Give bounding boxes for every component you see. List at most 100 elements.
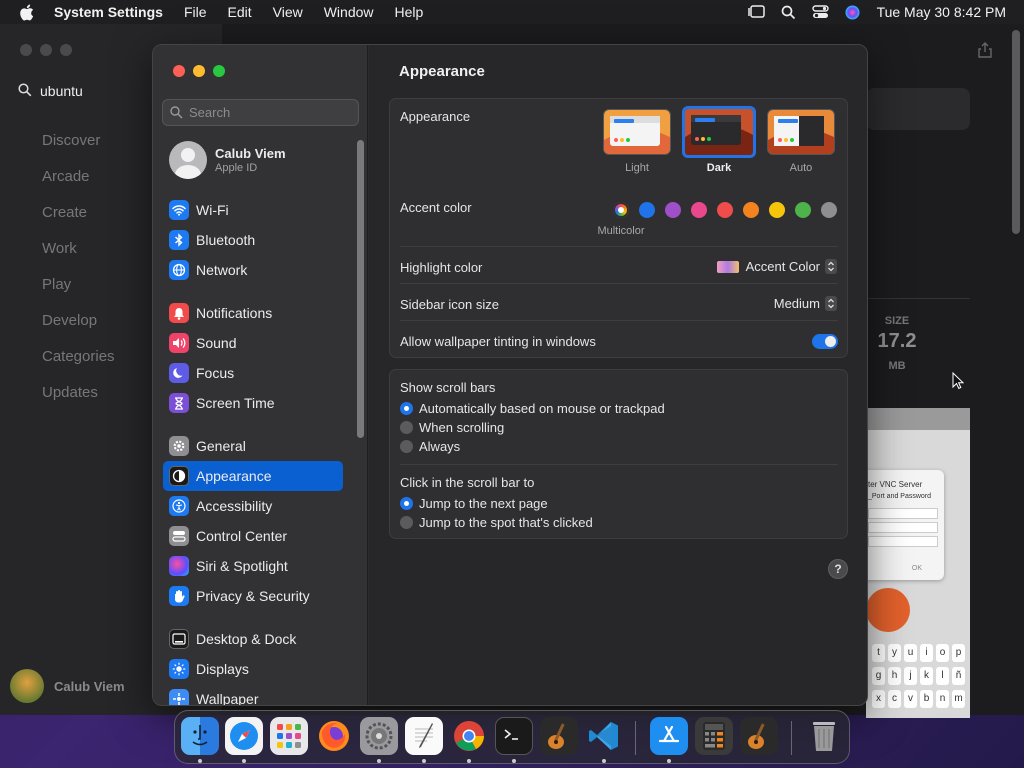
sidebar-item-appearance[interactable]: Appearance	[163, 461, 343, 491]
background-search-field[interactable]: ubuntu	[12, 80, 172, 102]
menu-view[interactable]: View	[273, 4, 303, 20]
background-nav-play[interactable]: Play	[42, 274, 115, 310]
click-next-page-radio[interactable]: Jump to the next page	[400, 494, 548, 512]
accent-orange-swatch[interactable]	[743, 202, 759, 218]
background-nav-categories[interactable]: Categories	[42, 346, 115, 382]
textedit-icon[interactable]	[405, 717, 443, 755]
siri-icon	[169, 556, 189, 576]
background-nav-arcade[interactable]: Arcade	[42, 166, 115, 202]
control-center-icon[interactable]	[812, 4, 830, 20]
background-nav-updates[interactable]: Updates	[42, 382, 115, 418]
chrome-icon[interactable]	[450, 717, 488, 755]
preview-key: j	[904, 667, 917, 685]
preview-keyboard: t y u i o p g h j k l ñ x c v b n m	[866, 644, 970, 713]
garageband-icon[interactable]	[740, 717, 778, 755]
sidebar-item-privacy-security[interactable]: Privacy & Security	[163, 581, 343, 611]
preview-key: n	[936, 690, 949, 708]
siri-icon[interactable]	[844, 4, 862, 20]
highlight-color-popup[interactable]: Accent Color	[716, 259, 837, 274]
background-nav-create[interactable]: Create	[42, 202, 115, 238]
minimize-button[interactable]	[193, 65, 205, 77]
sidebar-item-desktop-dock[interactable]: Desktop & Dock	[163, 624, 343, 654]
background-user[interactable]: Calub Viem	[10, 669, 125, 703]
apple-id-account[interactable]: Calub Viem Apple ID	[169, 141, 286, 179]
sidebar-item-notifications[interactable]: Notifications	[163, 298, 343, 328]
sun-icon	[169, 659, 189, 679]
settings-main-pane: Appearance Appearance Light Dark Auto Ac…	[369, 45, 867, 705]
accent-red-swatch[interactable]	[717, 202, 733, 218]
calculator-icon[interactable]	[695, 717, 733, 755]
launchpad-icon[interactable]	[270, 717, 308, 755]
accent-purple-swatch[interactable]	[665, 202, 681, 218]
sidebar-item-control-center[interactable]: Control Center	[163, 521, 343, 551]
background-scrollbar[interactable]	[1012, 30, 1020, 234]
share-icon[interactable]	[978, 42, 992, 58]
trash-icon[interactable]	[805, 717, 843, 755]
sidebar-item-wallpaper[interactable]: Wallpaper	[163, 684, 343, 705]
background-nav-discover[interactable]: Discover	[42, 130, 115, 166]
accent-green-swatch[interactable]	[795, 202, 811, 218]
close-button[interactable]	[173, 65, 185, 77]
menu-edit[interactable]: Edit	[228, 4, 252, 20]
scroll-bars-when-scrolling-radio[interactable]: When scrolling	[400, 418, 504, 436]
sidebar-item-label: Bluetooth	[196, 232, 256, 248]
sidebar-item-displays[interactable]: Displays	[163, 654, 343, 684]
menu-app-name[interactable]: System Settings	[54, 4, 163, 20]
preview-key: p	[952, 644, 965, 662]
avatar	[169, 141, 207, 179]
scroll-bars-always-radio[interactable]: Always	[400, 437, 460, 455]
sidebar-item-screen-time[interactable]: Screen Time	[163, 388, 343, 418]
sidebar-item-network[interactable]: Network	[163, 255, 343, 285]
sidebar-item-focus[interactable]: Focus	[163, 358, 343, 388]
appearance-auto-option[interactable]	[767, 109, 835, 155]
finder-icon[interactable]	[181, 717, 219, 755]
app-store-icon[interactable]	[650, 717, 688, 755]
scroll-bars-group: Show scroll bars Automatically based on …	[389, 369, 848, 539]
stage-manager-icon[interactable]	[748, 4, 766, 20]
appearance-dark-option[interactable]	[682, 106, 756, 158]
dock-running-indicator	[377, 759, 381, 763]
menu-help[interactable]: Help	[395, 4, 424, 20]
preview-key: x	[872, 690, 885, 708]
accent-multicolor-swatch[interactable]	[613, 202, 629, 218]
safari-icon[interactable]	[225, 717, 263, 755]
scroll-bars-auto-radio[interactable]: Automatically based on mouse or trackpad	[400, 399, 665, 417]
row-separator	[400, 246, 838, 247]
sidebar-item-general[interactable]: General	[163, 431, 343, 461]
sidebar-item-accessibility[interactable]: Accessibility	[163, 491, 343, 521]
background-nav-work[interactable]: Work	[42, 238, 115, 274]
system-settings-icon[interactable]	[360, 717, 398, 755]
spotlight-search-icon[interactable]	[780, 4, 798, 20]
click-spot-radio[interactable]: Jump to the spot that's clicked	[400, 513, 593, 531]
sidebar-item-bluetooth[interactable]: Bluetooth	[163, 225, 343, 255]
apple-menu-icon[interactable]	[19, 3, 37, 21]
accent-pink-swatch[interactable]	[691, 202, 707, 218]
radio-label: When scrolling	[419, 419, 505, 435]
wallpaper-icon	[169, 689, 189, 705]
sidebar-icon-size-popup[interactable]: Medium	[774, 296, 837, 311]
appearance-light-option[interactable]	[603, 109, 671, 155]
wallpaper-tinting-toggle[interactable]	[812, 334, 838, 349]
accent-blue-swatch[interactable]	[639, 202, 655, 218]
menu-file[interactable]: File	[184, 4, 207, 20]
firefox-icon[interactable]	[315, 717, 353, 755]
vscode-icon[interactable]	[585, 717, 623, 755]
menu-clock[interactable]: Tue May 30 8:42 PM	[877, 4, 1006, 20]
menu-window[interactable]: Window	[324, 4, 374, 20]
garageband-icon[interactable]	[540, 717, 578, 755]
sidebar-item-sound[interactable]: Sound	[163, 328, 343, 358]
sidebar-item-wifi[interactable]: Wi-Fi	[163, 195, 343, 225]
sidebar-item-siri-spotlight[interactable]: Siri & Spotlight	[163, 551, 343, 581]
preview-key: y	[888, 644, 901, 662]
help-button[interactable]: ?	[828, 559, 848, 579]
accent-graphite-swatch[interactable]	[821, 202, 837, 218]
accessibility-icon	[169, 496, 189, 516]
terminal-icon[interactable]	[495, 717, 533, 755]
moon-icon	[169, 363, 189, 383]
accent-yellow-swatch[interactable]	[769, 202, 785, 218]
sidebar-scrollbar[interactable]	[357, 140, 364, 438]
background-nav-develop[interactable]: Develop	[42, 310, 115, 346]
background-screenshot-preview[interactable]: ter VNC Server _Port and Password OK t y…	[866, 408, 970, 718]
settings-search-field[interactable]: Search	[162, 99, 359, 126]
zoom-button[interactable]	[213, 65, 225, 77]
